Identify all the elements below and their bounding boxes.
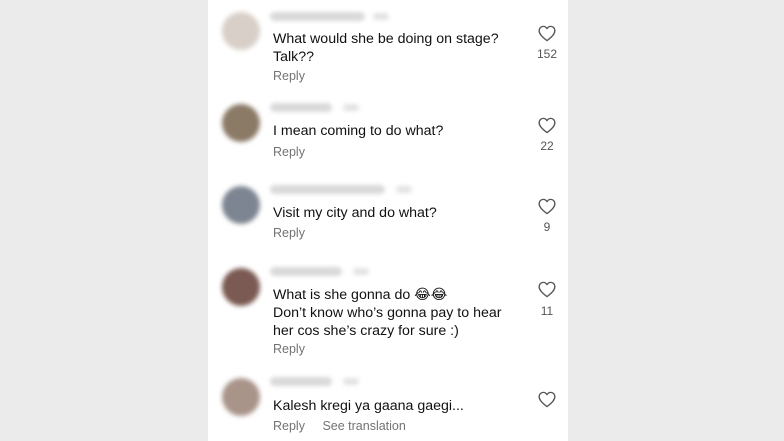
- avatar[interactable]: [222, 186, 260, 224]
- like-count: 11: [540, 304, 554, 318]
- timestamp-blurred: [353, 268, 369, 275]
- reply-button[interactable]: Reply: [273, 226, 305, 240]
- comment-text: What would she be doing on stage? Talk??: [273, 31, 499, 65]
- avatar[interactable]: [222, 268, 260, 306]
- reply-button[interactable]: Reply: [273, 145, 305, 159]
- comment-actions: Reply: [273, 226, 319, 240]
- username-blurred[interactable]: [270, 185, 385, 194]
- comment-actions: Reply See translation: [273, 419, 420, 433]
- heart-outline-icon[interactable]: [538, 391, 556, 408]
- reply-button[interactable]: Reply: [273, 419, 305, 433]
- comment-text: What is she gonna do 😂😂 Don’t know who’s…: [273, 287, 502, 339]
- heart-outline-icon[interactable]: [538, 25, 556, 42]
- comment-actions: Reply: [273, 145, 319, 159]
- reply-button[interactable]: Reply: [273, 69, 305, 83]
- comments-panel: What would she be doing on stage? Talk??…: [208, 0, 568, 441]
- comment-actions: Reply: [273, 69, 319, 83]
- username-blurred[interactable]: [270, 377, 332, 386]
- comment-actions: Reply: [273, 342, 319, 356]
- comment-text: Kalesh kregi ya gaana gaegi...: [273, 398, 464, 414]
- username-blurred[interactable]: [270, 12, 365, 21]
- see-translation-button[interactable]: See translation: [322, 419, 405, 433]
- comment-text: I mean coming to do what?: [273, 123, 444, 139]
- like-count: 152: [536, 47, 558, 61]
- comment-text: Visit my city and do what?: [273, 205, 437, 221]
- username-blurred[interactable]: [270, 103, 332, 112]
- heart-outline-icon[interactable]: [538, 117, 556, 134]
- timestamp-blurred: [343, 104, 359, 111]
- screenshot-frame: What would she be doing on stage? Talk??…: [0, 0, 784, 441]
- heart-outline-icon[interactable]: [538, 281, 556, 298]
- timestamp-blurred: [396, 186, 412, 193]
- timestamp-blurred: [343, 378, 359, 385]
- reply-button[interactable]: Reply: [273, 342, 305, 356]
- username-blurred[interactable]: [270, 267, 342, 276]
- timestamp-blurred: [373, 13, 389, 20]
- like-count: 22: [540, 139, 554, 153]
- avatar[interactable]: [222, 378, 260, 416]
- avatar[interactable]: [222, 12, 260, 50]
- like-count: 9: [543, 220, 551, 234]
- avatar[interactable]: [222, 104, 260, 142]
- heart-outline-icon[interactable]: [538, 198, 556, 215]
